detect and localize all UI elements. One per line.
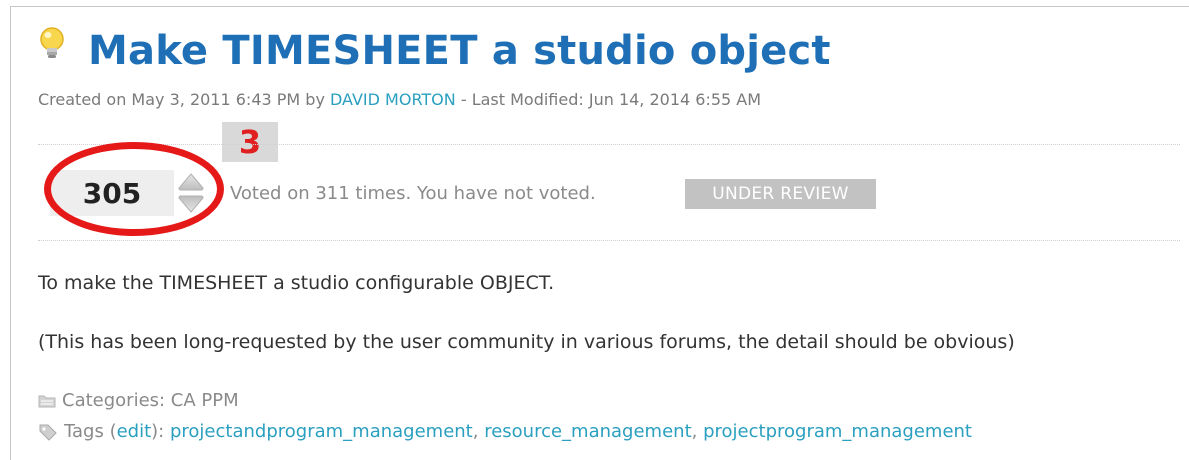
divider [38,144,1180,145]
tag-link[interactable]: projectandprogram_management [170,421,473,442]
tag-icon [39,424,57,441]
folder-icon [38,395,56,407]
author-link[interactable]: DAVID MORTON [330,90,456,109]
description-line: (This has been long-requested by the use… [38,331,1015,353]
tags-label-suffix: ): [151,421,165,442]
annotation-highlight-ring [44,142,224,236]
annotation-number: 3 [222,122,278,162]
status-badge: UNDER REVIEW [685,179,876,209]
modified-date: - Last Modified: Jun 14, 2014 6:55 AM [460,90,762,109]
categories-label: Categories: CA PPM [62,390,239,411]
tags-label-prefix: Tags ( [64,421,117,442]
lightbulb-icon [40,27,64,58]
created-date: Created on May 3, 2011 6:43 PM by [38,90,325,109]
divider [38,240,1180,241]
tag-link[interactable]: projectprogram_management [703,421,972,442]
description-line: To make the TIMESHEET a studio configura… [38,272,555,294]
categories-row: Categories: CA PPM [38,390,239,411]
idea-meta: Created on May 3, 2011 6:43 PM by DAVID … [38,90,761,109]
tag-separator: , [691,421,698,442]
tags-row: Tags (edit): projectandprogram_managemen… [38,421,972,442]
edit-tags-link[interactable]: edit [117,421,152,442]
tag-separator: , [472,421,479,442]
page-title: Make TIMESHEET a studio object [88,28,831,74]
vote-summary: Voted on 311 times. You have not voted. [230,183,596,204]
tag-link[interactable]: resource_management [484,421,691,442]
